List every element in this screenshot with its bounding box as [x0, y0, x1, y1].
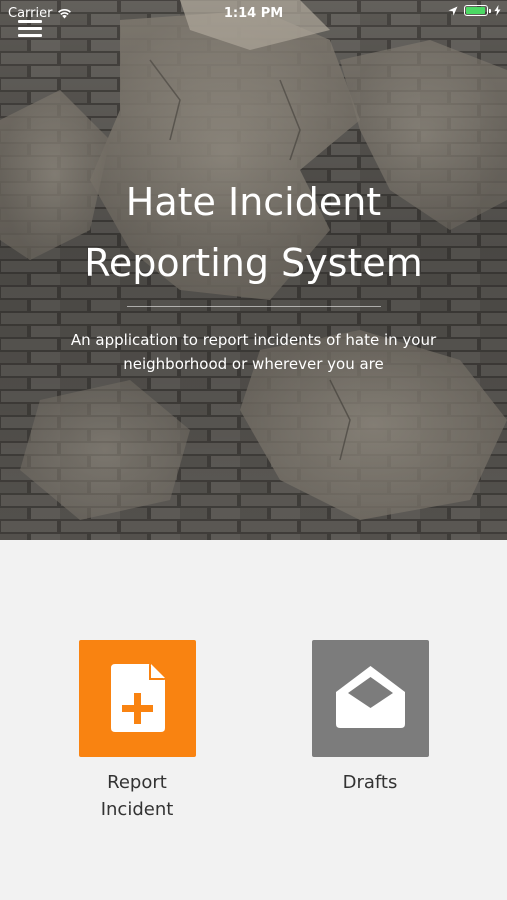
- report-incident-label: Report Incident: [100, 772, 174, 820]
- title-line-2: Reporting System: [84, 241, 423, 285]
- title-divider: [127, 306, 381, 307]
- battery-icon: [464, 5, 491, 16]
- charging-bolt-icon: [494, 5, 501, 16]
- envelope-open-icon: [335, 666, 405, 728]
- hero-banner: Carrier 1:14 PM Hate Incident Reporting …: [0, 0, 507, 540]
- new-document-icon: [110, 664, 165, 732]
- status-bar: Carrier 1:14 PM: [0, 0, 507, 28]
- title-line-1: Hate Incident: [125, 180, 382, 224]
- report-incident-button[interactable]: Report Incident: [57, 640, 217, 823]
- battery-level: [466, 7, 485, 14]
- drafts-label: Drafts: [342, 772, 398, 793]
- report-incident-tile[interactable]: [78, 640, 196, 757]
- home-screen: Carrier 1:14 PM Hate Incident Reporting …: [0, 0, 507, 900]
- hamburger-menu-icon[interactable]: [18, 20, 42, 40]
- drafts-tile[interactable]: [311, 640, 429, 757]
- subtitle-line-2: neighborhood or wherever you are: [123, 355, 384, 373]
- drafts-button[interactable]: Drafts: [290, 640, 450, 796]
- page-subtitle: An application to report incidents of ha…: [40, 328, 467, 376]
- status-indicators: [448, 5, 501, 16]
- location-arrow-icon: [448, 6, 458, 15]
- status-time: 1:14 PM: [223, 6, 284, 21]
- subtitle-line-1: An application to report incidents of ha…: [70, 331, 437, 349]
- page-title: Hate Incident Reporting System: [0, 172, 507, 294]
